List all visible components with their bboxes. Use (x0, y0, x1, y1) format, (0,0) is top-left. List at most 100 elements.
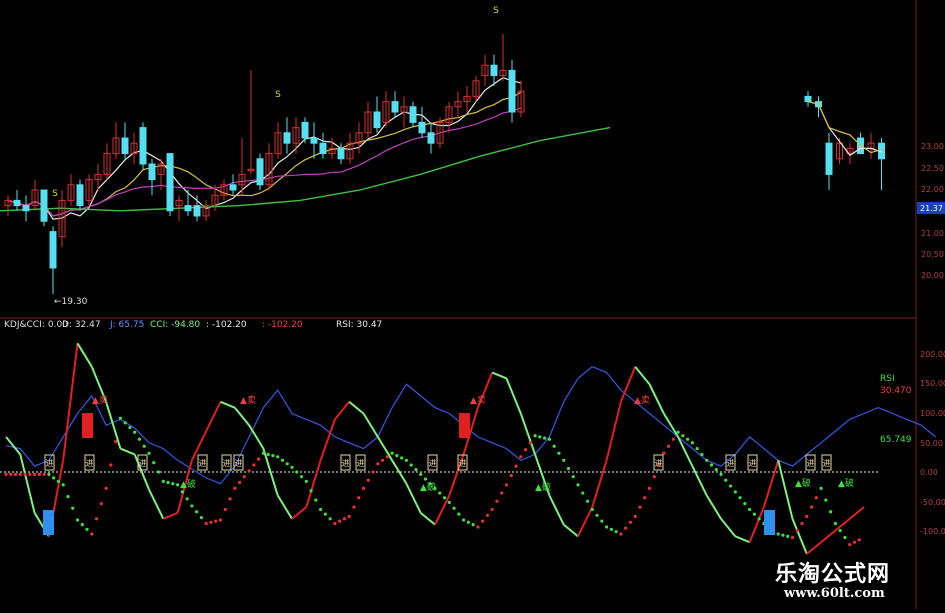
cci-dot (633, 514, 637, 519)
candle-body (391, 101, 399, 113)
cci-dot (342, 517, 347, 521)
candle-body (13, 199, 21, 207)
cci-dot (218, 518, 223, 522)
cci-dot (309, 489, 313, 493)
buy-bar (43, 510, 54, 535)
cci-dot (285, 462, 289, 466)
indicator-tick: 150.00 (920, 379, 945, 388)
cci-dot (686, 437, 690, 441)
cci-dot (242, 475, 246, 479)
cci-dot (824, 498, 828, 502)
cci-dot (481, 519, 485, 523)
candle-body (256, 158, 264, 186)
cci-dot (647, 486, 652, 490)
cci-dot (352, 505, 356, 509)
sell-bar (459, 413, 470, 438)
indicator-tick: -100.00 (920, 527, 945, 536)
cci-dot (776, 532, 780, 536)
cci-dot (523, 448, 528, 452)
price-tick: 20.00 (921, 271, 944, 280)
cci-value: CCI: -94.80 (150, 320, 201, 330)
cci-dot (709, 463, 714, 467)
candle-body (229, 184, 237, 191)
tag-glyph: 进 (429, 459, 437, 468)
tag-glyph: 进 (139, 459, 147, 468)
candle-body (166, 153, 174, 212)
cci-dot (652, 475, 656, 479)
cci-dot (643, 496, 647, 500)
cci-dot (609, 527, 613, 531)
cci-dot (662, 451, 666, 455)
cci-dot (590, 507, 594, 512)
candle-body (193, 205, 201, 217)
cci-dot (809, 505, 814, 509)
cci-dot (61, 483, 65, 487)
current-price-label: 21.37 (920, 204, 943, 213)
cci-dot (380, 458, 385, 462)
low-tag: ▲破 (535, 481, 551, 493)
low-tag: ▲破 (795, 477, 811, 489)
cci-dot (490, 507, 494, 512)
candle-body (825, 142, 833, 175)
cci-dot (295, 470, 299, 474)
cci-dot (290, 465, 294, 469)
cci-dot (752, 512, 756, 516)
candle-body (310, 137, 318, 144)
sell-tag: ▲卖 (470, 395, 486, 406)
cci-dot (690, 441, 695, 445)
signal-mark: S (52, 189, 58, 199)
cci-dot (152, 461, 156, 465)
cci-dot (600, 519, 604, 523)
cci-dot (581, 491, 585, 495)
cci-dot (619, 532, 623, 536)
cci-dot (795, 528, 799, 533)
cci-dot (414, 468, 418, 472)
candle-body (490, 64, 498, 77)
tag-glyph: 进 (357, 459, 365, 468)
low-tag: ▲破 (420, 481, 436, 493)
tag-glyph: 进 (223, 459, 231, 468)
stock-chart: SSS←19.30 ▲卖 ▲卖 ▲卖 ▲卖▲破 ▲破 ▲破 ▲破 ▲破进进进进进进进进进进进进… (0, 0, 945, 609)
cci-dot (728, 484, 733, 488)
tag-glyph: 进 (807, 459, 815, 468)
cci-dot (13, 472, 18, 476)
candle-body (319, 142, 327, 155)
cci-dot (724, 478, 728, 482)
cci-dot (528, 441, 532, 445)
cci-dot (114, 439, 118, 444)
cci-dot (442, 496, 447, 500)
cci-dot (547, 437, 552, 441)
cci-dot (252, 463, 256, 467)
cci-dot (705, 458, 709, 462)
price-tick: 22.00 (921, 185, 944, 194)
cci-dot (533, 434, 537, 438)
cci-dot (223, 507, 227, 512)
cci-dot (500, 491, 504, 495)
cci-dot (33, 472, 37, 476)
cci-dot (209, 520, 213, 524)
sell-bar (82, 413, 93, 438)
cci-dot (361, 486, 366, 490)
cci-dot (695, 447, 699, 451)
candle-body (508, 69, 516, 113)
indicator-tick: 100.00 (920, 409, 945, 418)
cci-dot (9, 472, 13, 476)
cci-dot (266, 452, 270, 457)
cci-dot (333, 521, 337, 526)
signal-mark: S (493, 6, 499, 16)
cci-dot (338, 519, 342, 523)
cci-dot (595, 513, 599, 517)
cci-dot (485, 513, 490, 517)
cci-dot (838, 528, 842, 533)
cci-dot (204, 521, 208, 526)
candle-body (40, 189, 48, 222)
cci-dot (299, 475, 304, 479)
cci-dot (400, 456, 404, 460)
kdj-j-value: J: 65.75 (110, 320, 145, 330)
tag-glyph: 进 (342, 459, 350, 468)
cci-dot (476, 525, 480, 529)
chart-stage: S S S ←19.30 ▲卖 ▲卖 ▲卖 ▲卖 ▲破 ▲破 ▲破 ▲破 ▲破进进进进进进进进进进进进… (0, 0, 945, 609)
cci-dot (571, 475, 575, 479)
cci-dot (733, 490, 737, 494)
cci-dot (614, 530, 618, 534)
